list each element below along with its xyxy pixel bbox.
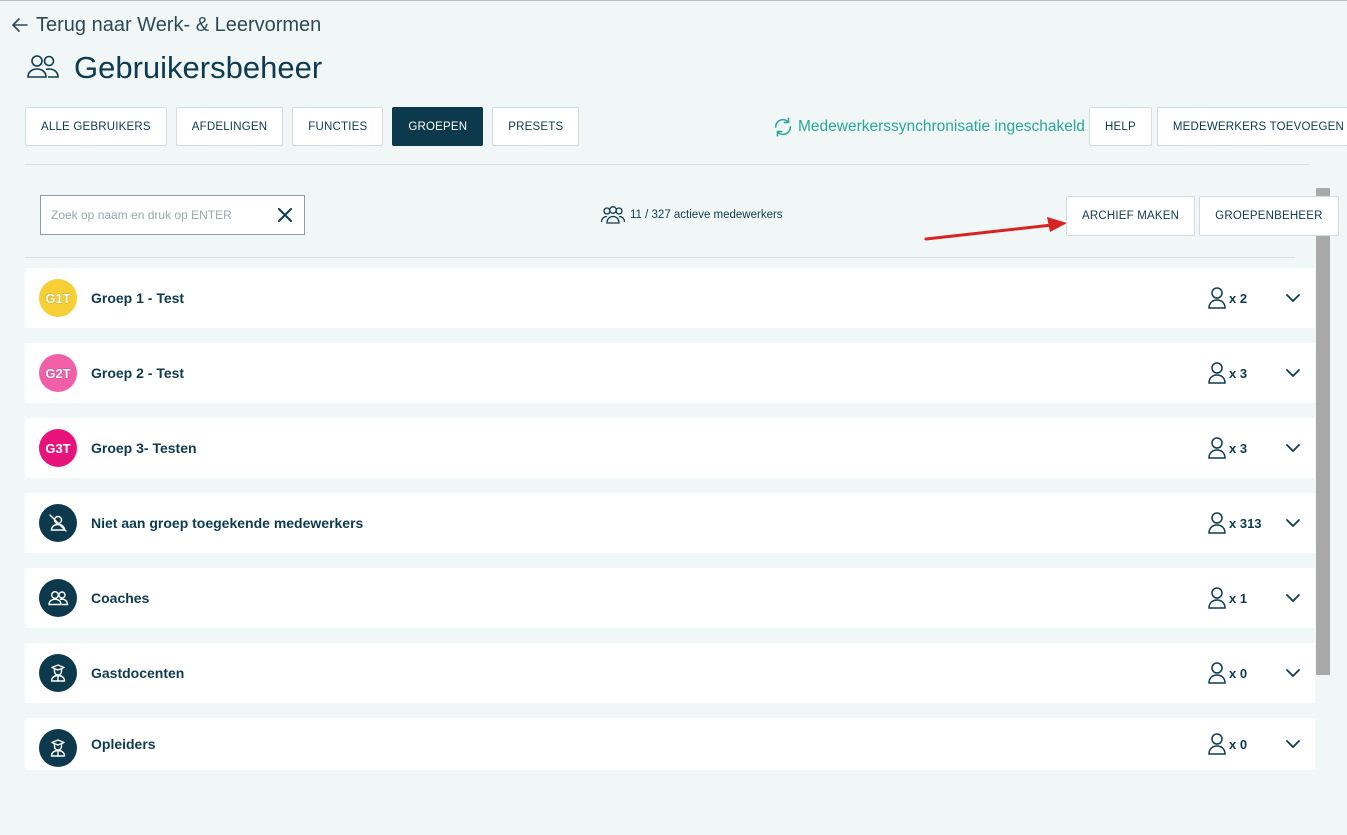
member-count: x 313 <box>1207 511 1262 535</box>
search-box <box>40 195 305 235</box>
users-icon <box>26 52 60 85</box>
group-avatar <box>39 504 77 542</box>
user-icon <box>1208 733 1226 755</box>
chevron-down-icon[interactable] <box>1284 289 1302 307</box>
member-count-label: x 2 <box>1229 290 1248 306</box>
member-count-label: x 3 <box>1229 440 1248 456</box>
top-border <box>0 0 1347 1</box>
member-count-label: x 3 <box>1229 365 1248 381</box>
member-count-label: x 0 <box>1229 736 1248 752</box>
user-icon <box>1208 287 1226 309</box>
header-actions: HELP MEDEWERKERS TOEVOEGEN <box>1089 107 1347 146</box>
list-actions: ARCHIEF MAKEN GROEPENBEHEER <box>1066 196 1339 236</box>
teacher-icon <box>50 739 66 757</box>
tab-groepen[interactable]: GROEPEN <box>392 107 484 146</box>
teacher-icon <box>50 664 66 682</box>
scrollbar[interactable] <box>1316 188 1330 675</box>
divider <box>25 164 1310 165</box>
group-name: Groep 2 - Test <box>91 365 185 381</box>
back-link-label: Terug naar Werk- & Leervormen <box>36 13 322 36</box>
sync-status-label: Medewerkerssynchronisatie ingeschakeld <box>798 118 1085 135</box>
archive-button[interactable]: ARCHIEF MAKEN <box>1066 196 1196 236</box>
member-count-label: x 313 <box>1229 515 1262 531</box>
group-name: Gastdocenten <box>91 665 185 681</box>
chevron-down-icon[interactable] <box>1284 439 1302 457</box>
member-count: x 3 <box>1207 361 1247 385</box>
member-count-label: x 1 <box>1229 590 1248 606</box>
group-row[interactable]: Gastdocenten x 0 <box>25 643 1315 703</box>
member-count: x 0 <box>1207 732 1247 756</box>
chevron-down-icon[interactable] <box>1284 664 1302 682</box>
group-name: Groep 3- Testen <box>91 440 197 456</box>
group-name: Coaches <box>91 590 150 606</box>
group-row[interactable]: G3T Groep 3- Testen x 3 <box>25 418 1315 478</box>
group-avatar: G2T <box>39 354 77 392</box>
active-employee-count: 11 / 327 actieve medewerkers <box>600 204 783 226</box>
group-avatar <box>39 729 77 767</box>
help-button[interactable]: HELP <box>1089 107 1152 146</box>
user-icon <box>1208 512 1226 534</box>
users-icon <box>600 206 626 224</box>
back-link[interactable]: Terug naar Werk- & Leervormen <box>10 12 321 38</box>
page-header: Gebruikersbeheer <box>26 48 322 88</box>
tab-bar: ALLE GEBRUIKERS AFDELINGEN FUNCTIES GROE… <box>25 107 580 146</box>
tab-presets[interactable]: PRESETS <box>492 107 580 146</box>
chevron-down-icon[interactable] <box>1284 589 1302 607</box>
group-management-button[interactable]: GROEPENBEHEER <box>1199 196 1339 236</box>
annotation-arrow-icon <box>924 217 1067 241</box>
group-list: G1T Groep 1 - Test x 2 G2T Groep 2 - Tes… <box>25 268 1315 785</box>
tab-alle-gebruikers[interactable]: ALLE GEBRUIKERS <box>25 107 167 146</box>
group-avatar <box>39 654 77 692</box>
users-icon <box>48 590 69 606</box>
arrow-left-icon <box>12 18 28 32</box>
group-avatar: G3T <box>39 429 77 467</box>
active-employee-count-label: 11 / 327 actieve medewerkers <box>630 209 783 221</box>
sync-status: Medewerkerssynchronisatie ingeschakeld <box>772 116 1085 138</box>
group-name: Niet aan groep toegekende medewerkers <box>91 515 364 531</box>
member-count: x 0 <box>1207 661 1247 685</box>
sync-icon <box>774 117 792 137</box>
page-title: Gebruikersbeheer <box>74 50 323 85</box>
user-slash-icon <box>49 514 67 532</box>
chevron-down-icon[interactable] <box>1284 364 1302 382</box>
search-input[interactable] <box>51 208 276 222</box>
group-row[interactable]: G2T Groep 2 - Test x 3 <box>25 343 1315 403</box>
user-icon <box>1208 662 1226 684</box>
member-count: x 1 <box>1207 586 1247 610</box>
member-count-label: x 0 <box>1229 665 1248 681</box>
close-icon[interactable] <box>276 206 294 224</box>
group-name: Groep 1 - Test <box>91 290 185 306</box>
chevron-down-icon[interactable] <box>1284 735 1302 753</box>
tab-functies[interactable]: FUNCTIES <box>292 107 384 146</box>
chevron-down-icon[interactable] <box>1284 514 1302 532</box>
divider <box>25 257 1295 258</box>
group-row[interactable]: G1T Groep 1 - Test x 2 <box>25 268 1315 328</box>
member-count: x 2 <box>1207 286 1247 310</box>
member-count: x 3 <box>1207 436 1247 460</box>
group-row[interactable]: Niet aan groep toegekende medewerkers x … <box>25 493 1315 553</box>
group-name: Opleiders <box>91 736 156 752</box>
tab-afdelingen[interactable]: AFDELINGEN <box>175 107 284 146</box>
group-row[interactable]: Opleiders x 0 <box>25 718 1315 770</box>
user-icon <box>1208 437 1226 459</box>
add-employees-button[interactable]: MEDEWERKERS TOEVOEGEN <box>1156 107 1347 146</box>
group-row[interactable]: Coaches x 1 <box>25 568 1315 628</box>
group-avatar <box>39 579 77 617</box>
group-avatar: G1T <box>39 279 77 317</box>
user-icon <box>1208 362 1226 384</box>
user-icon <box>1208 587 1226 609</box>
